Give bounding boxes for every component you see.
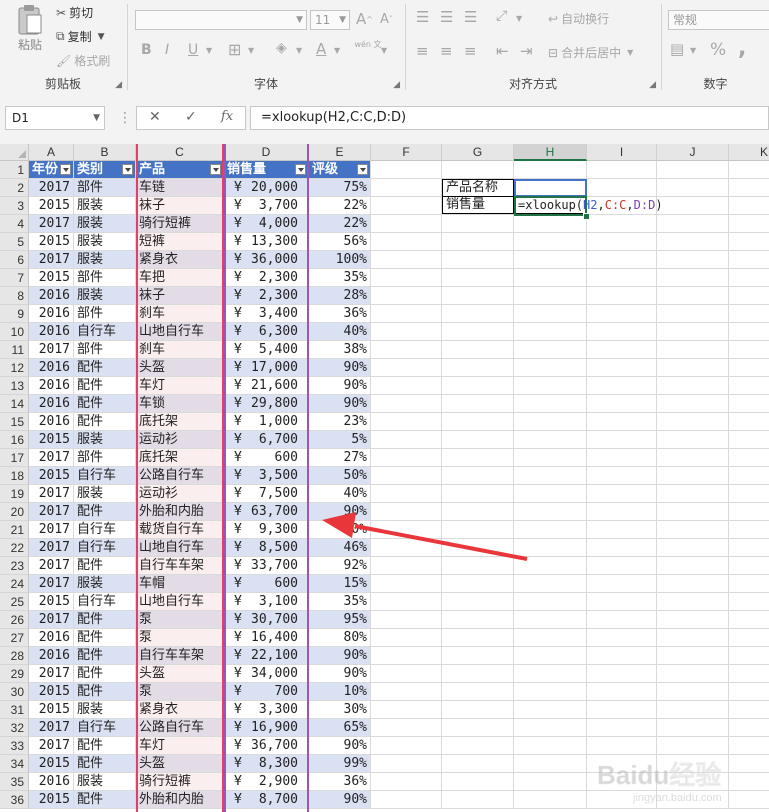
align-right-icon[interactable]: ≡ <box>464 42 477 60</box>
formula-buttons: ✕ ✓ fx <box>136 106 246 130</box>
underline-button[interactable]: U <box>188 42 198 58</box>
underline-dropdown-icon[interactable]: ▼ <box>206 46 212 55</box>
scissors-icon: ✂ <box>56 5 67 20</box>
decrease-indent-icon[interactable]: ⇤ <box>496 42 509 60</box>
percent-button[interactable]: % <box>710 40 726 60</box>
clipboard-launcher-icon[interactable]: ◢ <box>115 80 122 90</box>
alignment-group: ☰ ☰ ☰ ⤢ ▼ ↩ 自动换行 ≡ ≡ ≡ ⇤ ⇥ ⊟ 合并后居中 ▼ 对齐方… <box>406 0 660 96</box>
fill-color-dropdown-icon[interactable]: ▼ <box>296 46 302 55</box>
name-box[interactable]: D1 ▼ <box>5 106 105 130</box>
font-group-title: 字体 <box>253 77 278 91</box>
formula-token: , <box>626 198 634 212</box>
copy-label: 复制 <box>67 30 92 44</box>
chevron-down-icon: ▼ <box>339 15 346 25</box>
alignment-launcher-icon[interactable]: ◢ <box>649 80 656 90</box>
spreadsheet-grid[interactable]: ABCDEFGHIJK 1 2 3 4 5 6 7 8 9 10 11 12 13 14 15 16 17 18 1… <box>0 144 769 812</box>
orientation-icon[interactable]: ⤢ <box>496 8 507 24</box>
align-center-icon[interactable]: ≡ <box>440 42 453 60</box>
increase-font-button[interactable]: A ^ <box>356 10 373 28</box>
clipboard-group: 粘贴 ✂ 剪切 ⧉ 复制 ▼ 🖌 格式刷 剪贴板 ◢ <box>0 0 126 96</box>
font-launcher-icon[interactable]: ◢ <box>393 80 400 90</box>
decrease-font-button[interactable]: Aˇ <box>380 12 393 27</box>
borders-dropdown-icon[interactable]: ▼ <box>248 46 254 55</box>
ribbon: 粘贴 ✂ 剪切 ⧉ 复制 ▼ 🖌 格式刷 剪贴板 ◢ ▼ 11 ▼ A ^ Aˇ … <box>0 0 769 97</box>
formula-token: D:D <box>633 198 656 212</box>
copy-icon: ⧉ <box>56 29 65 43</box>
accounting-dropdown-icon[interactable]: ▼ <box>690 46 696 55</box>
align-top-icon[interactable]: ☰ <box>416 8 429 26</box>
orientation-dropdown-icon[interactable]: ▼ <box>516 14 522 23</box>
font-color-dropdown-icon[interactable]: ▼ <box>334 46 340 55</box>
format-painter-button[interactable]: 🖌 格式刷 <box>56 52 110 69</box>
fill-color-icon[interactable]: ◈ <box>276 40 287 56</box>
italic-button[interactable]: I <box>165 42 169 58</box>
chevron-down-icon: ▼ <box>627 48 634 57</box>
formula-token: C:C <box>604 198 627 212</box>
paste-button[interactable]: 粘贴 <box>10 4 50 53</box>
red-arrow-annotation <box>322 512 528 561</box>
clipboard-group-title: 剪贴板 <box>44 77 81 91</box>
cut-button[interactable]: ✂ 剪切 <box>56 4 93 21</box>
number-group: 常规 ▤ ▼ % , 数字 <box>662 0 769 96</box>
svg-text:Baidu经验: Baidu经验 <box>597 760 721 790</box>
copy-dropdown-icon[interactable]: ▼ <box>98 32 105 42</box>
bold-button[interactable]: B <box>141 42 152 58</box>
number-group-title: 数字 <box>703 77 728 91</box>
formula-input[interactable]: =xlookup(H2,C:C,D:D) <box>250 106 769 130</box>
formula-token: ) <box>655 198 663 212</box>
borders-icon[interactable]: ⊞ <box>228 40 241 59</box>
baidu-watermark-logo: Baidu经验 jingyan.baidu.com <box>597 760 722 804</box>
merge-icon: ⊟ <box>548 45 559 60</box>
chevron-down-icon[interactable]: ▼ <box>93 107 100 129</box>
active-cell-border <box>514 196 587 216</box>
phonetic-icon[interactable]: wén 文 <box>354 40 381 49</box>
cut-label: 剪切 <box>69 6 94 20</box>
enter-check-icon[interactable]: ✓ <box>185 109 197 125</box>
font-group: ▼ 11 ▼ A ^ Aˇ B I U ▼ ⊞ ▼ ◈ ▼ A ▼ wén 文 ▼… <box>128 0 404 96</box>
paste-label: 粘贴 <box>17 38 42 52</box>
formula-token: , <box>597 198 605 212</box>
insert-function-button[interactable]: fx <box>221 109 233 124</box>
align-middle-icon[interactable]: ☰ <box>440 8 453 26</box>
merge-center-button[interactable]: ⊟ 合并后居中 ▼ <box>548 44 633 61</box>
merge-center-label: 合并后居中 <box>561 46 622 60</box>
number-format-select[interactable]: 常规 <box>668 10 769 30</box>
font-name-select[interactable]: ▼ <box>135 10 307 30</box>
wrap-text-button[interactable]: ↩ 自动换行 <box>548 10 609 27</box>
chevron-down-icon: ▼ <box>296 15 303 25</box>
font-size-select[interactable]: 11 ▼ <box>310 10 350 30</box>
align-left-icon[interactable]: ≡ <box>416 42 429 60</box>
format-painter-label: 格式刷 <box>74 54 111 68</box>
formula-bar-grip-icon[interactable]: ⋮ <box>118 110 132 126</box>
wrap-text-label: 自动换行 <box>561 12 610 26</box>
paste-icon <box>18 5 42 35</box>
align-bottom-icon[interactable]: ☰ <box>464 8 477 26</box>
accounting-icon[interactable]: ▤ <box>670 40 684 58</box>
alignment-group-title: 对齐方式 <box>508 77 557 91</box>
cancel-icon[interactable]: ✕ <box>149 109 161 125</box>
svg-text:jingyan.baidu.com: jingyan.baidu.com <box>632 792 722 804</box>
font-color-icon[interactable]: A <box>316 40 326 58</box>
fill-handle[interactable] <box>583 213 590 220</box>
brush-icon: 🖌 <box>56 53 72 68</box>
comma-button[interactable]: , <box>738 36 746 61</box>
wrap-text-icon: ↩ <box>548 11 559 26</box>
increase-indent-icon[interactable]: ⇥ <box>520 42 533 60</box>
phonetic-dropdown-icon[interactable]: ▼ <box>381 46 387 55</box>
copy-button[interactable]: ⧉ 复制 ▼ <box>56 28 105 45</box>
